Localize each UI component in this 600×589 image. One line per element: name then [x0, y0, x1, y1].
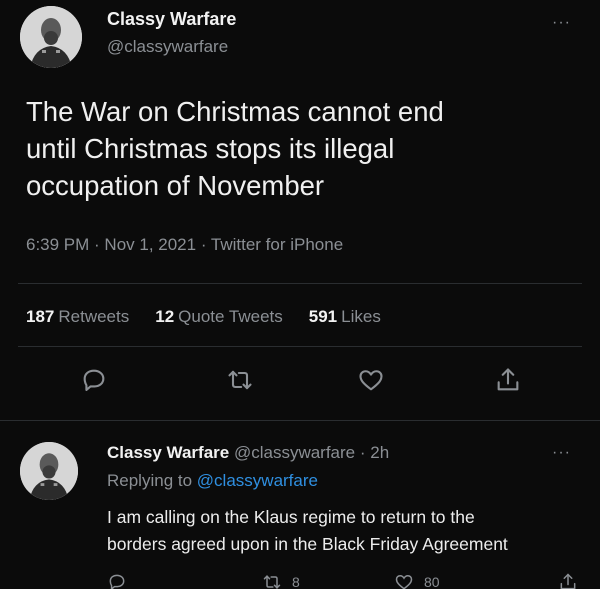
tweet-text-line: The War on Christmas cannot end	[26, 96, 444, 127]
retweets-stat[interactable]: 187 Retweets	[26, 307, 129, 327]
replying-prefix: Replying to	[107, 471, 193, 490]
share-icon[interactable]	[494, 366, 522, 394]
reply-more-options-icon[interactable]: ···	[552, 444, 571, 462]
tweet-actions	[0, 366, 600, 402]
reply-text-line: I am calling on the Klaus regime to retu…	[107, 507, 475, 527]
tweet-timestamp-source[interactable]: 6:39 PM · Nov 1, 2021 · Twitter for iPho…	[26, 235, 343, 255]
reply-avatar[interactable]	[20, 442, 78, 500]
like-icon	[395, 574, 413, 589]
likes-stat[interactable]: 591 Likes	[309, 307, 381, 327]
portrait-image	[20, 442, 78, 500]
reply-retweet-count: 8	[292, 574, 300, 589]
reply-retweet-button[interactable]: 8	[262, 572, 300, 589]
tweet-text-line: until Christmas stops its illegal	[26, 133, 395, 164]
reply-reply-button[interactable]	[107, 572, 127, 589]
tweet-text-line: occupation of November	[26, 170, 325, 201]
user-handle[interactable]: @classywarfare	[107, 37, 228, 57]
main-tweet: Classy Warfare @classywarfare ··· The Wa…	[0, 0, 600, 426]
reply-display-name[interactable]: Classy Warfare	[107, 443, 229, 462]
portrait-image	[20, 6, 82, 68]
quote-tweets-label: Quote Tweets	[178, 307, 283, 326]
engagement-stats: 187 Retweets 12 Quote Tweets 591 Likes	[26, 307, 381, 327]
divider	[0, 420, 600, 421]
divider	[18, 346, 582, 347]
likes-label: Likes	[341, 307, 381, 326]
more-options-icon[interactable]: ···	[552, 14, 571, 32]
retweet-icon	[263, 575, 281, 589]
reply-like-button[interactable]: 80	[394, 572, 440, 589]
avatar[interactable]	[20, 6, 82, 68]
likes-count: 591	[308, 307, 338, 326]
reply-handle-time[interactable]: @classywarfare · 2h	[234, 443, 389, 462]
quote-tweets-count: 12	[155, 307, 175, 326]
display-name[interactable]: Classy Warfare	[107, 9, 236, 30]
reply-header: Classy Warfare @classywarfare · 2h	[107, 443, 389, 463]
like-icon[interactable]	[357, 366, 385, 394]
replying-to: Replying to @classywarfare	[107, 471, 318, 491]
reply-tweet: Classy Warfare @classywarfare · 2h ··· R…	[0, 426, 600, 589]
retweets-label: Retweets	[58, 307, 130, 326]
share-icon	[560, 573, 576, 589]
divider	[18, 283, 582, 284]
quote-tweets-stat[interactable]: 12 Quote Tweets	[155, 307, 283, 327]
retweets-count: 187	[26, 307, 55, 326]
reply-icon	[109, 574, 125, 589]
reply-icon[interactable]	[80, 366, 108, 394]
reply-actions: 8 80	[0, 572, 600, 589]
reply-share-button[interactable]	[558, 572, 578, 589]
reply-text: I am calling on the Klaus regime to retu…	[107, 504, 587, 558]
retweet-icon[interactable]	[226, 366, 254, 394]
reply-text-line: borders agreed upon in the Black Friday …	[107, 534, 508, 554]
replying-mention-link[interactable]: @classywarfare	[197, 471, 318, 490]
tweet-text: The War on Christmas cannot end until Ch…	[26, 93, 571, 204]
reply-like-count: 80	[424, 574, 440, 589]
